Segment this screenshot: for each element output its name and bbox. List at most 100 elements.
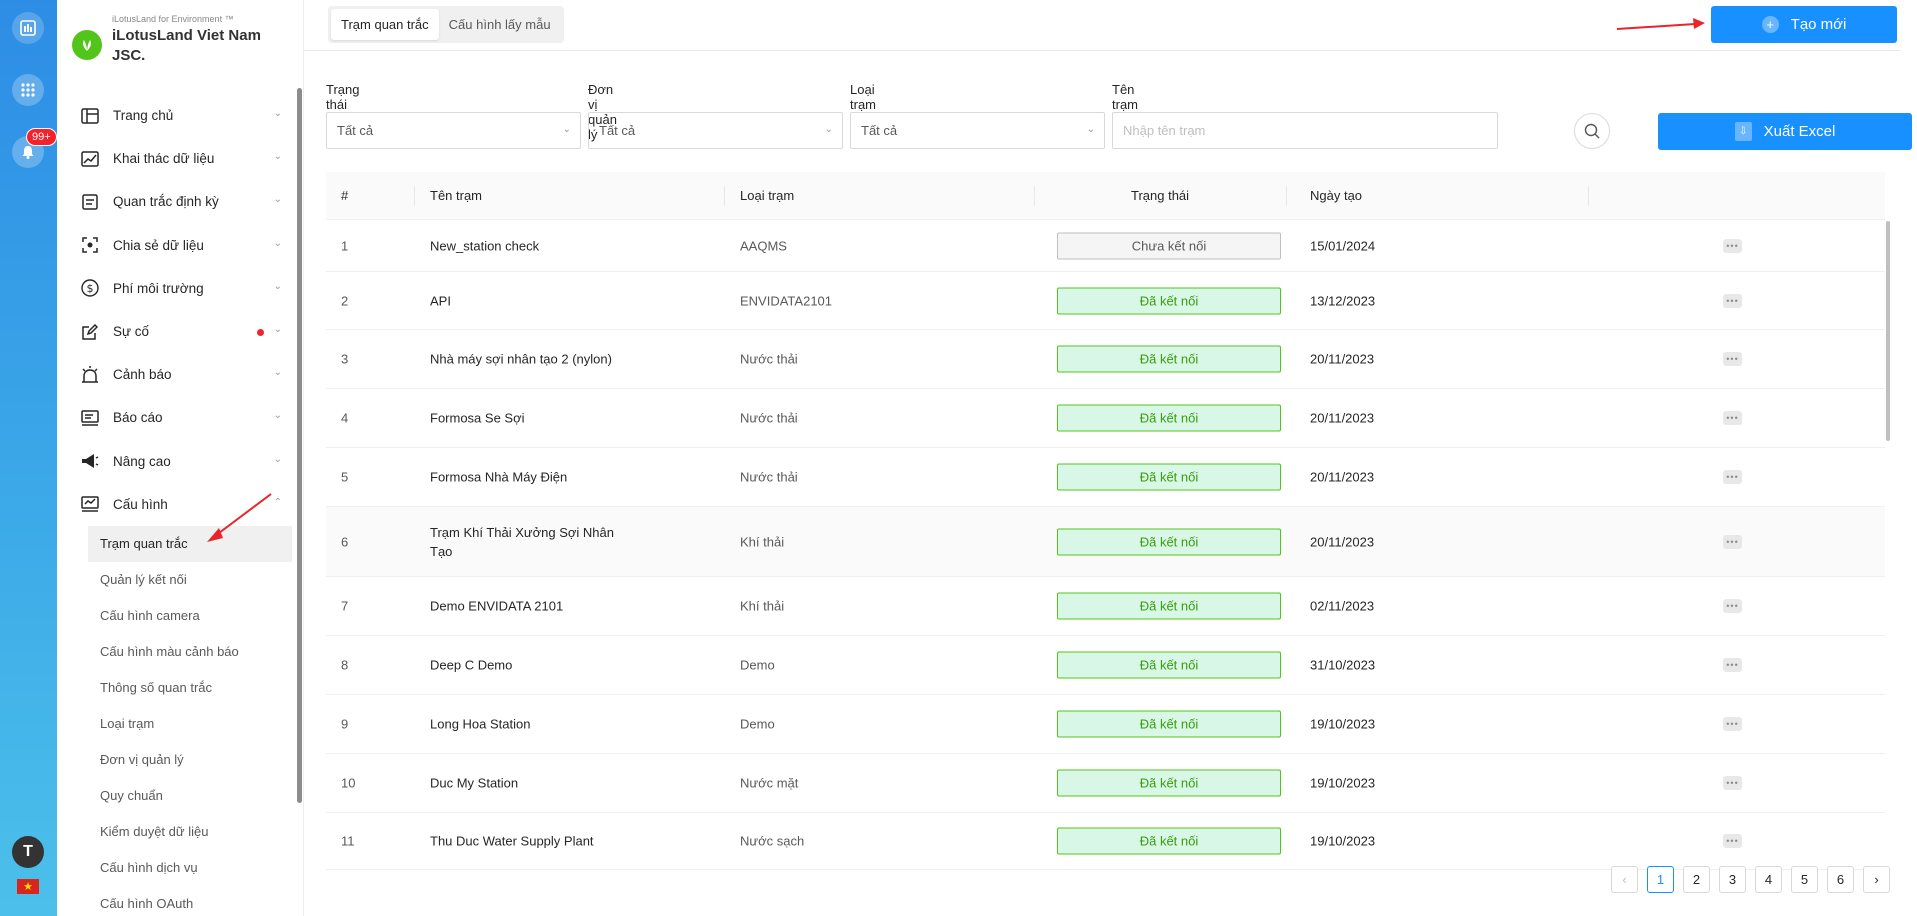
more-actions-icon[interactable]: ••• <box>1723 717 1742 731</box>
more-actions-icon[interactable]: ••• <box>1723 470 1742 484</box>
station-name-input[interactable]: Nhập tên trạm <box>1112 112 1498 149</box>
sidebar-item-nang-cao[interactable]: Nâng cao ⌄ <box>57 440 292 483</box>
table-row[interactable]: 5 Formosa Nhà Máy Điện Nước thải Đã kết nối… <box>326 448 1885 507</box>
search-button[interactable] <box>1574 113 1610 149</box>
more-actions-icon[interactable]: ••• <box>1723 534 1742 549</box>
table-row[interactable]: 7 Demo ENVIDATA 2101 Khí thải Đã kết nối 02/… <box>326 577 1885 636</box>
status-badge: Đã kết nối <box>1057 287 1281 314</box>
station-type: Khí thải <box>740 534 785 549</box>
chevron-down-icon: ⌄ <box>273 453 282 465</box>
station-name: Formosa Se Sợi <box>430 410 525 426</box>
chevron-down-icon: ⌄ <box>273 410 282 422</box>
more-actions-icon[interactable]: ••• <box>1723 776 1742 790</box>
submenu-item-cau-hinh-oauth[interactable]: Cấu hình OAuth <box>57 886 292 916</box>
station-type: Khí thải <box>740 598 785 614</box>
status-badge: Chưa kết nối <box>1057 232 1281 259</box>
table-row[interactable]: 11 Thu Duc Water Supply Plant Nước sạch Đã … <box>326 813 1885 870</box>
page-button[interactable]: 6 <box>1827 866 1854 893</box>
sidebar-item-canh-bao[interactable]: Cảnh báo ⌄ <box>57 353 292 396</box>
sidebar-item-phi-moi-truong[interactable]: $ Phí môi trường ⌄ <box>57 267 292 310</box>
top-bar: Trạm quan trắc Cấu hình lấy mẫu + Tạo mớ… <box>304 0 1900 51</box>
sidebar-scrollbar[interactable] <box>297 88 302 803</box>
station-name: Duc My Station <box>430 775 519 791</box>
sidebar-item-label: Nâng cao <box>113 453 171 469</box>
sidebar-item-label: Khai thác dữ liệu <box>113 151 215 167</box>
created-date: 20/11/2023 <box>1310 410 1375 426</box>
submenu-item-cau-hinh-mau-canh-bao[interactable]: Cấu hình màu cảnh báo <box>57 634 292 670</box>
status-select-value: Tất cả <box>337 123 374 138</box>
prev-page-button[interactable]: ‹ <box>1611 866 1638 893</box>
app-logo-icon[interactable] <box>12 12 44 44</box>
tab-tram-quan-trac[interactable]: Trạm quan trắc <box>331 9 439 40</box>
submenu-item-quy-chuan[interactable]: Quy chuẩn <box>57 778 292 814</box>
more-actions-icon[interactable]: ••• <box>1723 599 1742 613</box>
more-actions-icon[interactable]: ••• <box>1723 411 1742 425</box>
apps-grid-icon[interactable] <box>12 74 44 106</box>
status-select[interactable]: Tất cả ⌄ <box>326 112 581 149</box>
tab-cau-hinh-lay-mau[interactable]: Cấu hình lấy mẫu <box>439 9 561 40</box>
user-avatar[interactable]: T <box>12 836 44 868</box>
sidebar-item-quan-trac-dinh-ky[interactable]: Quan trắc định kỳ ⌄ <box>57 180 292 223</box>
excel-download-icon: ⇩ <box>1734 122 1752 141</box>
status-badge: Đã kết nối <box>1057 769 1281 797</box>
submenu-item-cau-hinh-camera[interactable]: Cấu hình camera <box>57 598 292 634</box>
table-row[interactable]: 10 Duc My Station Nước mặt Đã kết nối 19/10/… <box>326 754 1885 813</box>
created-date: 13/12/2023 <box>1310 293 1376 308</box>
submenu-item-cau-hinh-dich-vu[interactable]: Cấu hình dịch vụ <box>57 850 292 886</box>
next-page-button[interactable]: › <box>1863 866 1890 893</box>
svg-text:$: $ <box>87 282 94 295</box>
row-number: 8 <box>341 657 349 673</box>
plus-circle-icon: + <box>1761 16 1779 33</box>
submenu-item-quan-ly-ket-noi[interactable]: Quản lý kết nối <box>57 562 292 598</box>
sidebar-item-trang-chu[interactable]: Trang chủ ⌄ <box>57 94 292 137</box>
create-new-button[interactable]: + Tạo mới <box>1711 6 1897 43</box>
more-actions-icon[interactable]: ••• <box>1723 658 1742 672</box>
station-name: Thu Duc Water Supply Plant <box>430 833 594 849</box>
page-button[interactable]: 1 <box>1647 866 1674 893</box>
submenu-item-loai-tram[interactable]: Loại trạm <box>57 706 292 742</box>
sidebar-item-label: Trang chủ <box>113 108 174 124</box>
station-type: AAQMS <box>740 238 787 253</box>
export-excel-button[interactable]: ⇩ Xuất Excel <box>1658 113 1912 150</box>
more-actions-icon[interactable]: ••• <box>1723 293 1742 308</box>
page-button[interactable]: 4 <box>1755 866 1782 893</box>
header-station-type: Loại trạm <box>740 188 795 203</box>
edit-icon <box>79 321 101 343</box>
table-row[interactable]: 8 Deep C Demo Demo Đã kết nối 31/10/2023 ••• <box>326 636 1885 695</box>
submenu-item-thong-so-quan-trac[interactable]: Thông số quan trắc <box>57 670 292 706</box>
table-row[interactable]: 9 Long Hoa Station Demo Đã kết nối 19/10/202… <box>326 695 1885 754</box>
table-row[interactable]: 4 Formosa Se Sợi Nước thải Đã kết nối 20/11/… <box>326 389 1885 448</box>
status-badge: Đã kết nối <box>1057 827 1281 855</box>
type-filter-label: Loại trạm <box>850 82 876 112</box>
table-row[interactable]: 3 Nhà máy sợi nhân tạo 2 (nylon) Nước thải… <box>326 330 1885 389</box>
header-separator <box>1588 186 1589 206</box>
more-actions-icon[interactable]: ••• <box>1723 834 1742 848</box>
sidebar-item-su-co[interactable]: Sự cố ⌄ <box>57 310 292 353</box>
header-separator <box>414 186 415 206</box>
station-type: Demo <box>740 716 775 732</box>
table-row[interactable]: 2 API ENVIDATA2101 Đã kết nối 13/12/2023 ••• <box>326 272 1885 330</box>
table-row[interactable]: 1 New_station check AAQMS Chưa kết nối 15/01… <box>326 220 1885 272</box>
sidebar-item-khai-thac[interactable]: Khai thác dữ liệu ⌄ <box>57 137 292 180</box>
row-number: 5 <box>341 469 349 485</box>
station-type: Nước sạch <box>740 833 805 849</box>
header-separator <box>1286 186 1287 206</box>
vietnam-flag-icon[interactable]: ★ <box>17 879 39 894</box>
table-row[interactable]: 6 Trạm Khí Thải Xưởng Sợi Nhân Tạo Khí thả… <box>326 507 1885 577</box>
submenu-item-kiem-duyet[interactable]: Kiểm duyệt dữ liệu <box>57 814 292 850</box>
table-header: # Tên trạm Loại trạm Trạng thái Ngày tạo <box>326 172 1885 220</box>
chart-icon <box>79 148 101 170</box>
page-button[interactable]: 5 <box>1791 866 1818 893</box>
more-actions-icon[interactable]: ••• <box>1723 352 1742 366</box>
sidebar-item-bao-cao[interactable]: Báo cáo ⌄ <box>57 396 292 439</box>
search-icon <box>1584 123 1600 139</box>
table-scrollbar[interactable] <box>1886 221 1890 441</box>
page-button[interactable]: 2 <box>1683 866 1710 893</box>
submenu-item-don-vi-quan-ly[interactable]: Đơn vị quản lý <box>57 742 292 778</box>
unit-select[interactable]: Tất cả ⌄ <box>588 112 843 149</box>
page-button[interactable]: 3 <box>1719 866 1746 893</box>
more-actions-icon[interactable]: ••• <box>1723 238 1742 253</box>
sidebar-item-chia-se[interactable]: Chia sẻ dữ liệu ⌄ <box>57 224 292 267</box>
row-number: 7 <box>341 598 349 614</box>
type-select[interactable]: Tất cả ⌄ <box>850 112 1105 149</box>
